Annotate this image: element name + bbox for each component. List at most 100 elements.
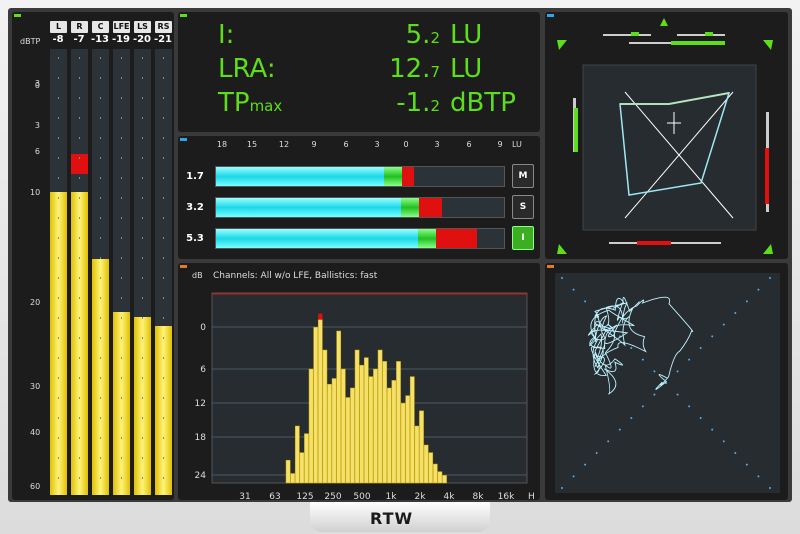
rta-band-bar [373, 368, 378, 484]
bargraph-scale-label: 6 [466, 140, 472, 149]
rta-y-tick: 24 [195, 471, 207, 481]
vectorscope-dot [711, 335, 714, 338]
vectorscope-dot [734, 312, 737, 314]
bargraph-red-fill [402, 167, 414, 186]
surround-analyzer-panel [545, 12, 788, 259]
vectorscope-dot [653, 370, 656, 373]
vectorscope-dot [595, 452, 598, 454]
rta-band-bar [299, 452, 305, 484]
vectorscope-dot [757, 475, 760, 478]
vectorscope-dot [769, 277, 771, 279]
vectorscope-dot [561, 277, 563, 279]
rta-band-bar [317, 319, 323, 484]
rta-band-bar [285, 459, 291, 484]
vectorscope-dot [572, 475, 575, 478]
rta-x-tick: 16k [498, 492, 515, 500]
vectorscope-dot [584, 463, 587, 466]
bargraph-mode-button[interactable]: I [512, 226, 534, 250]
bargraph-scale-label: 3 [434, 140, 440, 149]
rta-x-tick: 1k [386, 492, 398, 500]
vectorscope-dot [757, 288, 760, 291]
vectorscope [555, 273, 780, 493]
vectorscope-dot [630, 417, 633, 419]
rta-band-bar [419, 410, 424, 484]
bargraph-value: 1.7 [186, 171, 204, 182]
bargraph-row [215, 228, 505, 249]
rta-band-bar [368, 376, 374, 484]
rta-band-bar [336, 330, 342, 484]
vectorscope-dot [711, 428, 714, 431]
rta-y-tick: 0 [200, 323, 206, 333]
meter-screen: dBTP 3 0 3 6 10 20 30 40 60 L -8 R -7 C -13 LFE -19 LS -2… [8, 8, 792, 502]
vectorscope-dot [745, 300, 748, 303]
right-speaker-icon [763, 40, 773, 50]
rta-chart: 0 6 12 18 24 31 63 125 250 500 1k 2k 4k 8k 16k H [195, 292, 535, 500]
rta-band-bar [363, 357, 369, 484]
rta-x-tick: 4k [444, 492, 456, 500]
rta-band-bar [290, 473, 296, 484]
rtw-logo: RTW [370, 509, 414, 528]
rta-band-bar [400, 402, 406, 484]
bargraph-scale-label: 15 [246, 140, 258, 149]
rta-band-bar [396, 361, 401, 484]
bargraph-red-fill [419, 198, 442, 217]
bargraph-cyan-fill [216, 229, 418, 248]
rta-band-bar [350, 387, 355, 484]
rta-band-bar [377, 349, 383, 484]
rta-band-bar [382, 361, 388, 484]
bargraph-cyan-fill [216, 198, 401, 217]
vectorscope-dot [745, 463, 748, 466]
vectorscope-dot [676, 393, 679, 396]
rta-band-bar [304, 433, 309, 484]
rta-x-tick: 31 [239, 492, 250, 500]
rs-speaker-icon [763, 244, 773, 254]
vectorscope-dot [630, 347, 633, 349]
rta-x-tick: 125 [296, 492, 313, 500]
bargraph-scale-label: 12 [278, 140, 290, 149]
bargraph-row [215, 166, 505, 187]
vectorscope-dot [676, 370, 679, 373]
vectorscope-panel [545, 263, 788, 500]
rta-band-bar [414, 425, 420, 484]
rta-y-tick: 6 [200, 365, 206, 375]
vectorscope-dot [584, 300, 587, 303]
bargraph-mode-button[interactable]: S [512, 195, 534, 219]
rta-y-tick: 12 [195, 399, 206, 409]
vectorscope-dot [734, 452, 737, 454]
rta-band-bar [423, 444, 429, 484]
bargraph-red-fill [436, 229, 477, 248]
bargraph-value: 5.3 [186, 233, 204, 244]
bargraph-unit: LU [512, 140, 522, 149]
rta-band-bar [345, 397, 351, 484]
front-speaker-icon [660, 18, 668, 26]
rta-band-bar [442, 475, 447, 484]
vectorscope-dot [769, 487, 771, 489]
device-frame: dBTP 3 0 3 6 10 20 30 40 60 L -8 R -7 C -13 LFE -19 LS -2… [0, 0, 800, 534]
rta-x-tick: 250 [324, 492, 341, 500]
left-speaker-icon [557, 40, 567, 50]
bargraph-mode-button[interactable]: M [512, 164, 534, 188]
rta-band-bar [359, 364, 365, 484]
rta-band-bar [432, 463, 438, 484]
rta-band-bar [331, 378, 337, 484]
bargraph-scale-label: 9 [497, 140, 503, 149]
vectorscope-dot [561, 487, 563, 489]
vectorscope-dot [699, 347, 702, 349]
rta-band-bar [308, 368, 314, 484]
vectorscope-dot [641, 358, 644, 361]
bargraph-scale-label: 18 [216, 140, 228, 149]
bargraph-value: 3.2 [186, 202, 204, 213]
vectorscope-dot [722, 440, 725, 443]
surround-sound-analyzer [557, 18, 773, 254]
rta-band-bar [294, 425, 300, 484]
vectorscope-dot [572, 288, 575, 291]
rta-band-bar [386, 387, 392, 484]
ls-speaker-icon [557, 244, 567, 254]
vectorscope-dot [618, 428, 621, 431]
rta-band-bar [340, 368, 346, 484]
rta-x-unit: H [528, 492, 535, 500]
rta-y-tick: 18 [195, 433, 207, 443]
vectorscope-dot [607, 440, 610, 443]
vectorscope-dot [641, 405, 644, 408]
rta-peak-hold [318, 313, 323, 320]
